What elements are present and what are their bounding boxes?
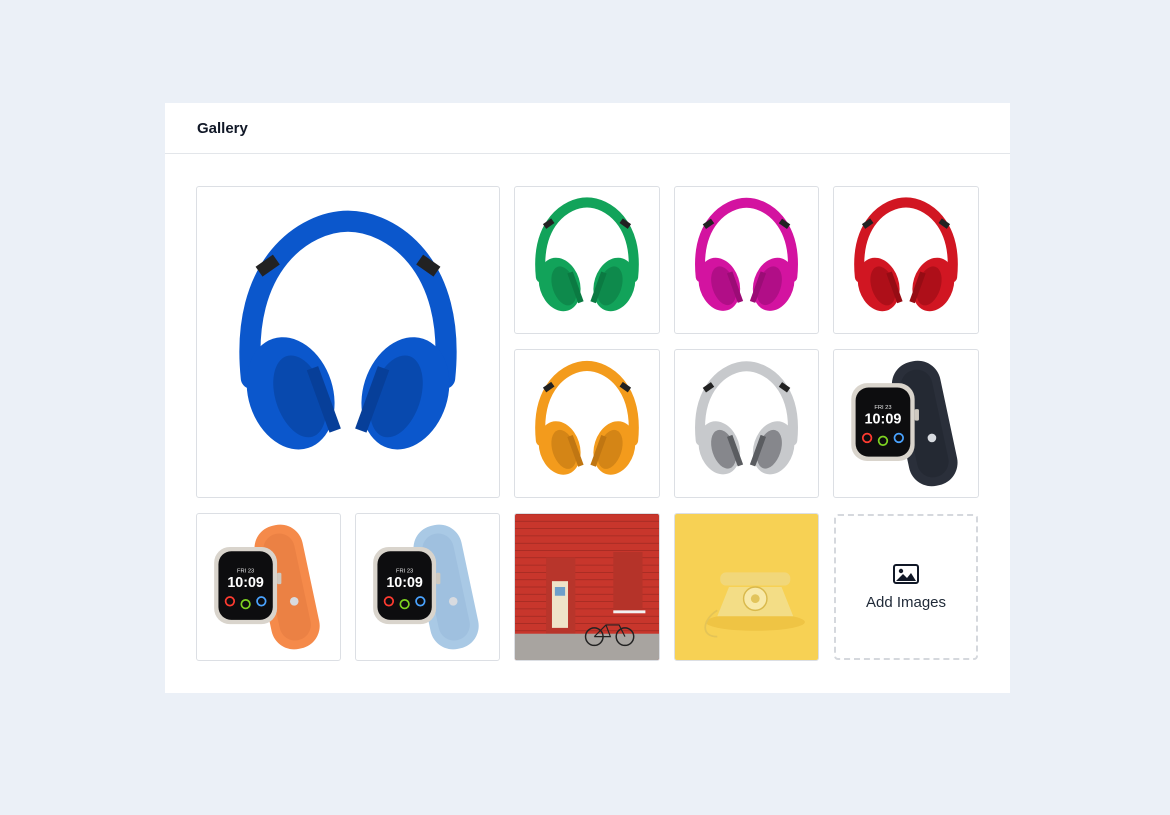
gallery-image[interactable]: [674, 349, 819, 498]
headphones-silver-image: [675, 352, 818, 495]
gallery-image[interactable]: FRI 23 10:09: [833, 349, 979, 498]
svg-text:10:09: 10:09: [227, 575, 264, 591]
headphones-red-image: [834, 188, 978, 332]
headphones-green-image: [515, 188, 659, 332]
image-icon: [893, 563, 919, 584]
gallery-title: Gallery: [197, 119, 248, 137]
svg-text:10:09: 10:09: [865, 412, 902, 428]
headphones-orange-image: [515, 351, 659, 496]
gallery-image[interactable]: FRI 23 10:09: [355, 513, 500, 661]
gallery-image[interactable]: [674, 513, 819, 661]
gallery-image[interactable]: [833, 186, 979, 334]
red-wall-bicycle-image: [515, 514, 659, 660]
gallery-image[interactable]: [514, 513, 660, 661]
svg-text:FRI 23: FRI 23: [396, 569, 413, 575]
headphones-blue-image: [197, 191, 499, 493]
add-images-button[interactable]: Add Images: [834, 514, 978, 660]
gallery-header: Gallery: [165, 103, 1010, 154]
gallery-image[interactable]: [674, 186, 819, 334]
yellow-phone-image: [675, 514, 818, 660]
gallery-image[interactable]: FRI 23 10:09: [196, 513, 341, 661]
gallery-image[interactable]: [514, 349, 660, 498]
gallery-image-featured[interactable]: [196, 186, 500, 498]
svg-text:FRI 23: FRI 23: [874, 405, 891, 411]
gallery-card: Gallery FRI 23 10:09 FRI 23 10:09 FRI 23…: [165, 103, 1010, 693]
headphones-magenta-image: [675, 188, 818, 332]
watch-midnight-image: FRI 23 10:09: [834, 351, 978, 496]
svg-text:10:09: 10:09: [386, 575, 423, 591]
add-images-label: Add Images: [865, 593, 947, 611]
svg-text:FRI 23: FRI 23: [237, 569, 254, 575]
watch-blue-image: FRI 23 10:09: [356, 515, 499, 659]
watch-orange-image: FRI 23 10:09: [197, 515, 340, 659]
gallery-image[interactable]: [514, 186, 660, 334]
